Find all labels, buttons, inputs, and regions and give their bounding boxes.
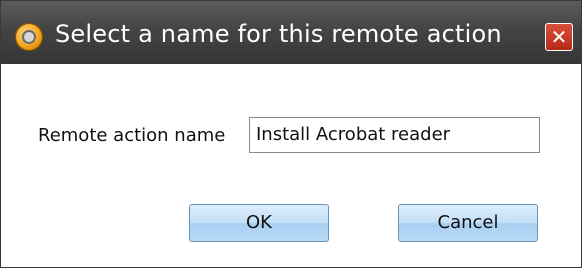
dialog-title: Select a name for this remote action bbox=[55, 20, 502, 48]
ok-button-label: OK bbox=[246, 212, 272, 233]
cancel-button[interactable]: Cancel bbox=[398, 204, 538, 242]
ok-button[interactable]: OK bbox=[189, 204, 329, 242]
close-icon: ✕ bbox=[550, 25, 568, 49]
app-logo-icon bbox=[15, 23, 43, 51]
remote-action-name-label: Remote action name bbox=[38, 125, 226, 146]
title-bar[interactable]: Select a name for this remote action ✕ bbox=[1, 1, 581, 64]
close-button[interactable]: ✕ bbox=[545, 23, 573, 51]
cancel-button-label: Cancel bbox=[437, 212, 499, 233]
remote-action-name-input[interactable]: Install Acrobat reader bbox=[249, 117, 540, 153]
dialog-window: Select a name for this remote action ✕ R… bbox=[0, 0, 582, 268]
